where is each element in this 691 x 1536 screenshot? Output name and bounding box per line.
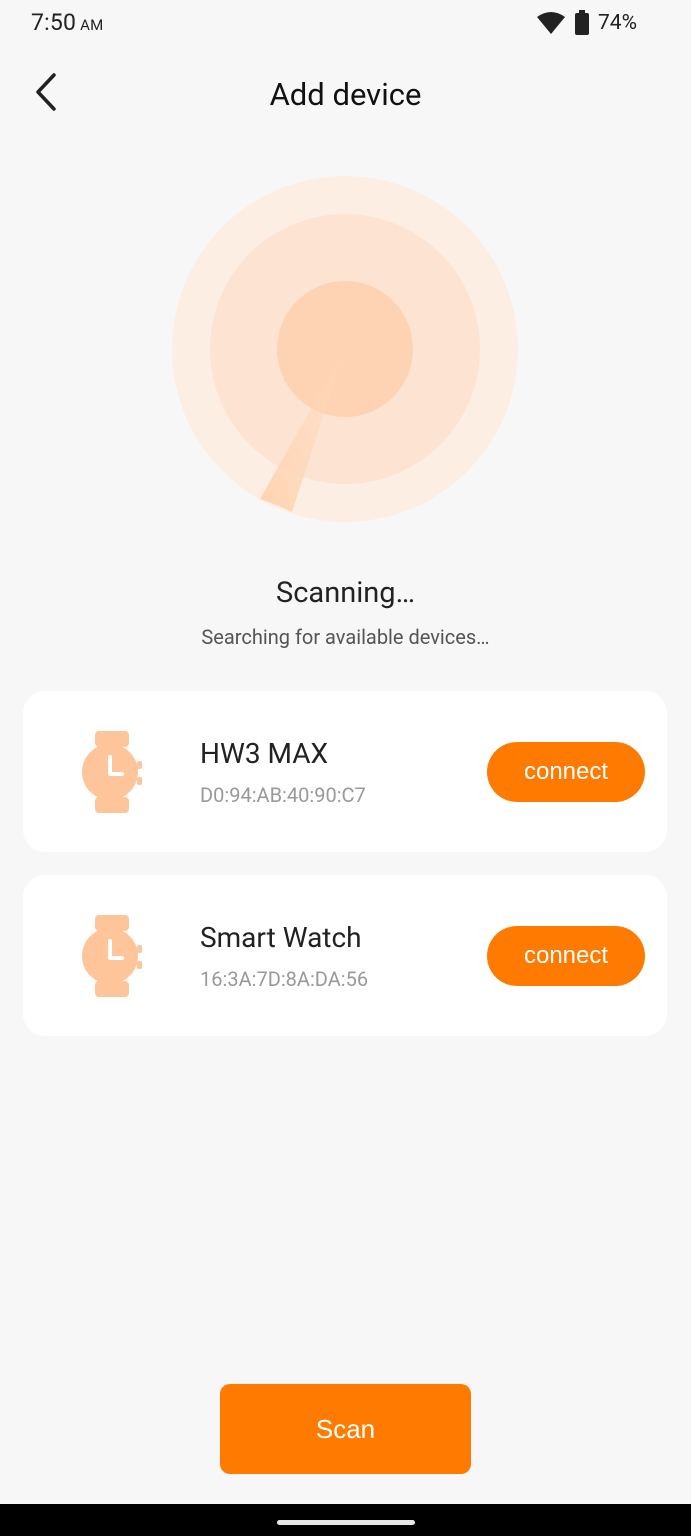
device-name: HW3 MAX (200, 737, 329, 770)
device-mac-address: D0:94:AB:40:90:C7 (200, 783, 366, 807)
app-header: Add device (0, 60, 691, 130)
radar-scan-animation (172, 176, 518, 522)
device-name: Smart Watch (200, 921, 362, 954)
page-title: Add device (269, 76, 422, 113)
scan-subtitle: Searching for available devices… (201, 625, 490, 649)
status-icons: 74% (536, 10, 637, 36)
scan-status-text: Scanning… (276, 576, 415, 610)
home-gesture-handle[interactable] (277, 1520, 415, 1525)
watch-icon (82, 915, 142, 997)
status-time: 7:50 AM (31, 9, 104, 36)
watch-icon (82, 731, 142, 813)
battery-percent: 74% (598, 11, 637, 35)
system-nav-bar (0, 1504, 691, 1536)
device-mac-address: 16:3A:7D:8A:DA:56 (200, 967, 369, 991)
wifi-icon (537, 12, 565, 34)
connect-button[interactable]: connect (487, 742, 645, 802)
connect-button[interactable]: connect (487, 926, 645, 986)
battery-icon (575, 10, 589, 35)
device-card: Smart Watch 16:3A:7D:8A:DA:56 connect (23, 875, 667, 1036)
status-bar: 7:50 AM 74% (0, 0, 691, 48)
scan-button[interactable]: Scan (220, 1384, 471, 1474)
device-card: HW3 MAX D0:94:AB:40:90:C7 connect (23, 691, 667, 852)
